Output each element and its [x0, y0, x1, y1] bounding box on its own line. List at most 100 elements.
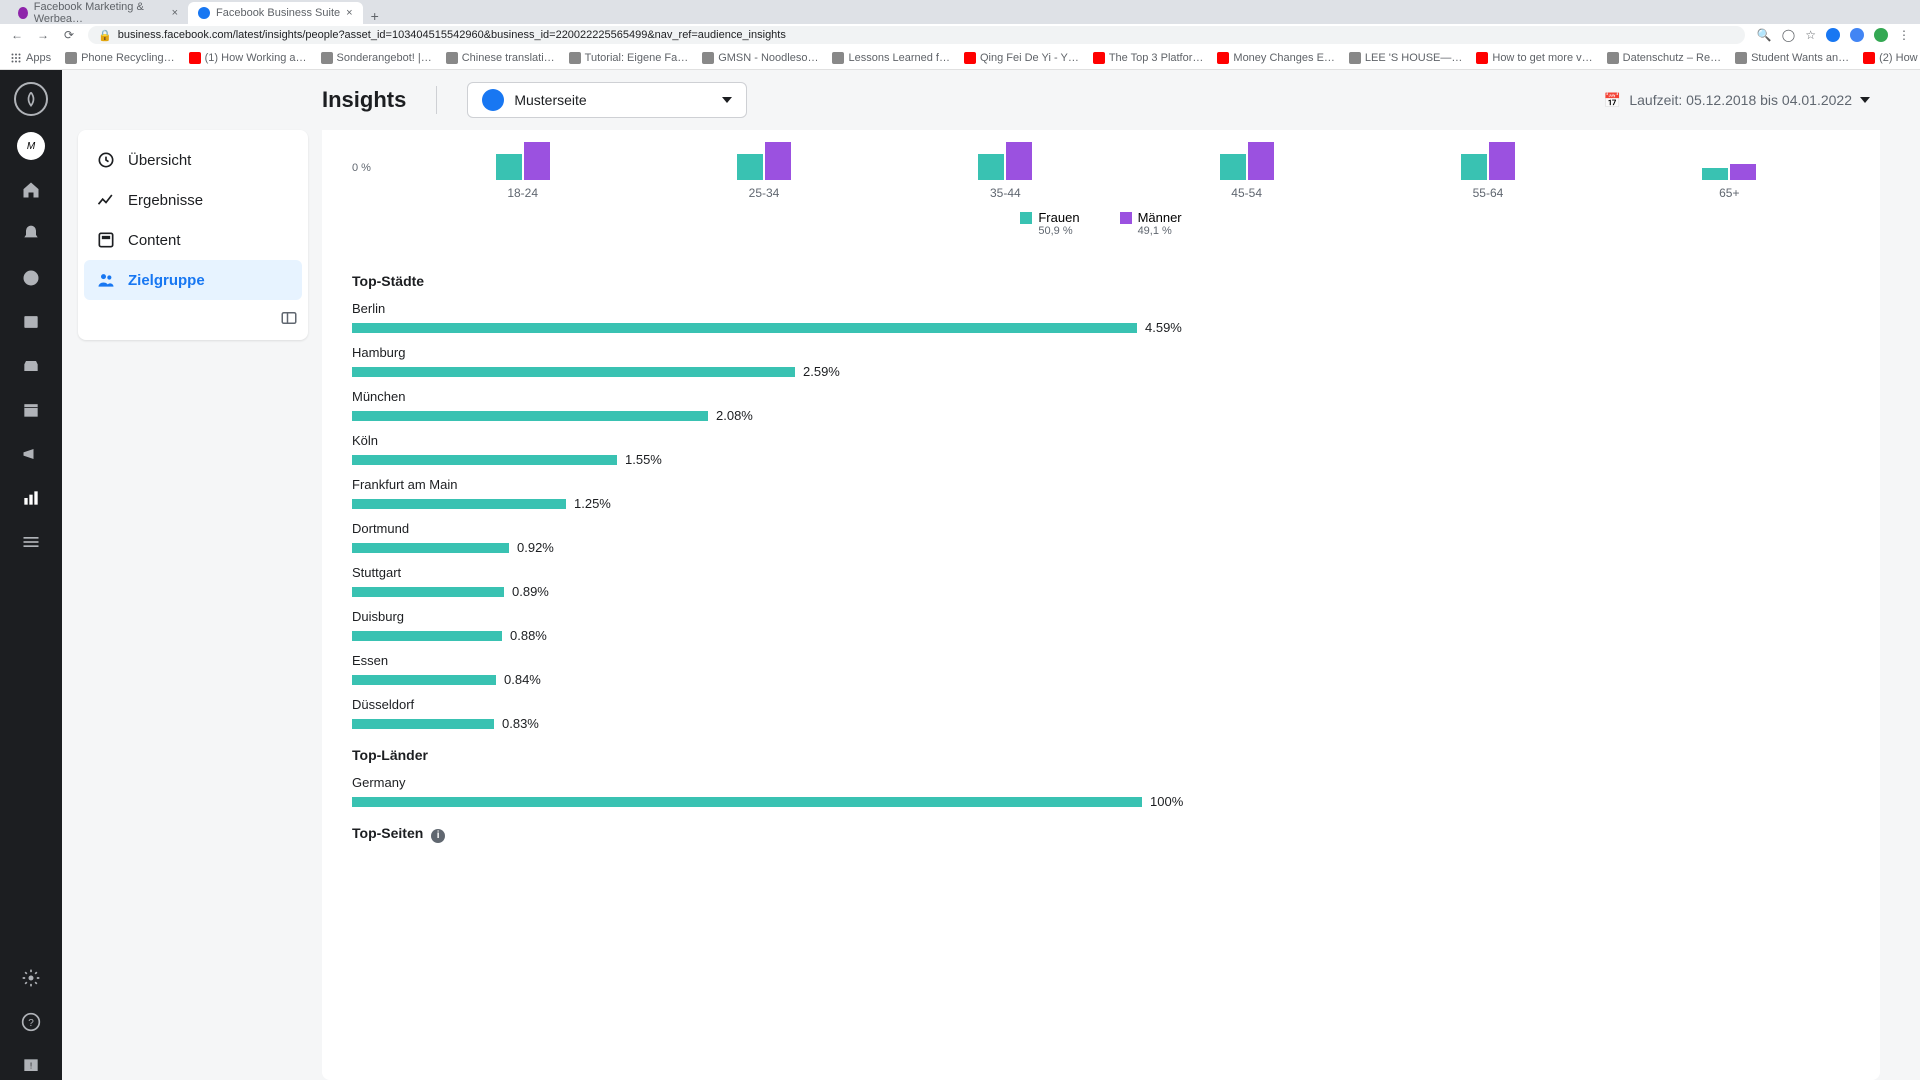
age-labels: 18-2425-3435-4445-5455-6465+ — [352, 186, 1850, 200]
bar-percent: 2.59% — [803, 364, 840, 379]
bar-women — [1220, 154, 1246, 180]
bar-label: München — [352, 389, 1850, 404]
sidenav-item-audience[interactable]: Zielgruppe — [84, 260, 302, 300]
bar-row: Essen0.84% — [352, 653, 1850, 687]
zoom-icon[interactable]: 🔍 — [1757, 28, 1772, 42]
gear-icon[interactable] — [17, 964, 45, 992]
inbox-icon[interactable] — [17, 308, 45, 336]
calendar-icon: 📅 — [1604, 92, 1621, 109]
bookmark-item[interactable]: LEE 'S HOUSE—… — [1349, 52, 1462, 64]
bar-label: Berlin — [352, 301, 1850, 316]
nav-bar: ← → ⟳ 🔒 business.facebook.com/latest/ins… — [0, 24, 1920, 46]
home-icon[interactable] — [17, 176, 45, 204]
bookmark-item[interactable]: Phone Recycling… — [65, 52, 175, 64]
page-avatar[interactable]: M — [17, 132, 45, 160]
bar-women — [1702, 168, 1728, 180]
lock-icon: 🔒 — [98, 29, 112, 42]
insights-icon[interactable] — [17, 484, 45, 512]
bookmark-item[interactable]: GMSN - Noodleso… — [702, 52, 818, 64]
bar-row: München 2.08% — [352, 389, 1850, 423]
date-range-selector[interactable]: 📅 Laufzeit: 05.12.2018 bis 04.01.2022 — [1594, 86, 1880, 115]
collapse-sidebar-icon[interactable] — [280, 309, 298, 332]
bar-percent: 0.89% — [512, 584, 549, 599]
sidenav-label: Übersicht — [128, 152, 191, 169]
left-rail: M ? ! — [0, 70, 62, 1080]
chevron-down-icon — [722, 97, 732, 103]
bookmark-item[interactable]: Tutorial: Eigene Fa… — [569, 52, 689, 64]
chart-legend: Frauen 50,9 % Männer 49,1 % — [352, 200, 1850, 257]
meta-logo-icon[interactable] — [14, 82, 48, 116]
bar-percent: 4.59% — [1145, 320, 1182, 335]
bar-row: Köln1.55% — [352, 433, 1850, 467]
sidenav-item-content[interactable]: Content — [84, 220, 302, 260]
sidenav-item-results[interactable]: Ergebnisse — [84, 180, 302, 220]
bookmark-item[interactable]: The Top 3 Platfor… — [1093, 52, 1204, 64]
reload-icon[interactable]: ⟳ — [62, 28, 76, 42]
help-icon[interactable]: ? — [17, 1008, 45, 1036]
bookmark-item[interactable]: Lessons Learned f… — [832, 52, 950, 64]
bar-label: Düsseldorf — [352, 697, 1850, 712]
fb-extension-icon[interactable] — [1826, 28, 1840, 42]
info-icon[interactable]: i — [431, 829, 445, 843]
legend-swatch-icon — [1120, 212, 1132, 224]
bookmark-item[interactable]: (2) How To Add A… — [1863, 52, 1920, 64]
insights-sidenav: Übersicht Ergebnisse Content Zielgruppe — [78, 130, 308, 340]
browser-tab[interactable]: Facebook Marketing & Werbea… × — [8, 2, 188, 24]
page-selector-label: Musterseite — [514, 92, 712, 108]
chat-icon[interactable] — [17, 264, 45, 292]
legend-men: Männer 49,1 % — [1120, 210, 1182, 237]
tab-title: Facebook Marketing & Werbea… — [34, 1, 166, 25]
age-label: 55-64 — [1367, 186, 1608, 200]
back-icon[interactable]: ← — [10, 28, 24, 42]
bar-row: Hamburg 2.59% — [352, 345, 1850, 379]
bar-label: Köln — [352, 433, 1850, 448]
url-bar[interactable]: 🔒 business.facebook.com/latest/insights/… — [88, 26, 1745, 44]
bar-men — [524, 142, 550, 180]
bar-percent: 2.08% — [716, 408, 753, 423]
bookmark-item[interactable]: Student Wants an… — [1735, 52, 1849, 64]
age-label: 18-24 — [402, 186, 643, 200]
bar-label: Hamburg — [352, 345, 1850, 360]
extension-icon[interactable]: ◯ — [1782, 28, 1795, 42]
more-icon[interactable] — [17, 528, 45, 556]
browser-tab-active[interactable]: Facebook Business Suite × — [188, 2, 363, 24]
bar-men — [1489, 142, 1515, 180]
age-label: 45-54 — [1126, 186, 1367, 200]
bar-row: Düsseldorf0.83% — [352, 697, 1850, 731]
bookmark-item[interactable]: Apps — [10, 52, 51, 64]
bookmark-item[interactable]: Money Changes E… — [1217, 52, 1335, 64]
close-icon[interactable]: × — [346, 7, 352, 19]
bar-row: Berlin 4.59% — [352, 301, 1850, 335]
extension-icon[interactable] — [1850, 28, 1864, 42]
calendar-icon[interactable] — [17, 396, 45, 424]
legend-label: Frauen — [1038, 210, 1079, 225]
age-gender-chart: 0 % — [352, 130, 1850, 180]
shop-icon[interactable] — [17, 352, 45, 380]
megaphone-icon[interactable] — [17, 440, 45, 468]
chrome-actions: 🔍 ◯ ☆ ⋮ — [1757, 28, 1910, 42]
top-countries-list: Germany100% — [352, 775, 1850, 809]
bookmark-item[interactable]: (1) How Working a… — [189, 52, 307, 64]
age-label: 65+ — [1609, 186, 1850, 200]
bar-label: Dortmund — [352, 521, 1850, 536]
menu-icon[interactable]: ⋮ — [1898, 28, 1910, 42]
bell-icon[interactable] — [17, 220, 45, 248]
star-icon[interactable]: ☆ — [1805, 28, 1816, 42]
feedback-icon[interactable]: ! — [17, 1052, 45, 1080]
bookmark-item[interactable]: How to get more v… — [1476, 52, 1592, 64]
sidenav-label: Ergebnisse — [128, 192, 203, 209]
age-group — [1126, 142, 1367, 180]
close-icon[interactable]: × — [172, 7, 178, 19]
sidenav-label: Content — [128, 232, 181, 249]
bookmark-item[interactable]: Chinese translati… — [446, 52, 555, 64]
profile-icon[interactable] — [1874, 28, 1888, 42]
age-label: 35-44 — [885, 186, 1126, 200]
page-selector[interactable]: Musterseite — [467, 82, 747, 118]
bookmark-item[interactable]: Qing Fei De Yi - Y… — [964, 52, 1079, 64]
bookmark-item[interactable]: Datenschutz – Re… — [1607, 52, 1721, 64]
bookmark-item[interactable]: Sonderangebot! |… — [321, 52, 432, 64]
sidenav-item-overview[interactable]: Übersicht — [84, 140, 302, 180]
bar-percent: 1.25% — [574, 496, 611, 511]
forward-icon[interactable]: → — [36, 28, 50, 42]
new-tab-button[interactable]: + — [363, 8, 387, 24]
